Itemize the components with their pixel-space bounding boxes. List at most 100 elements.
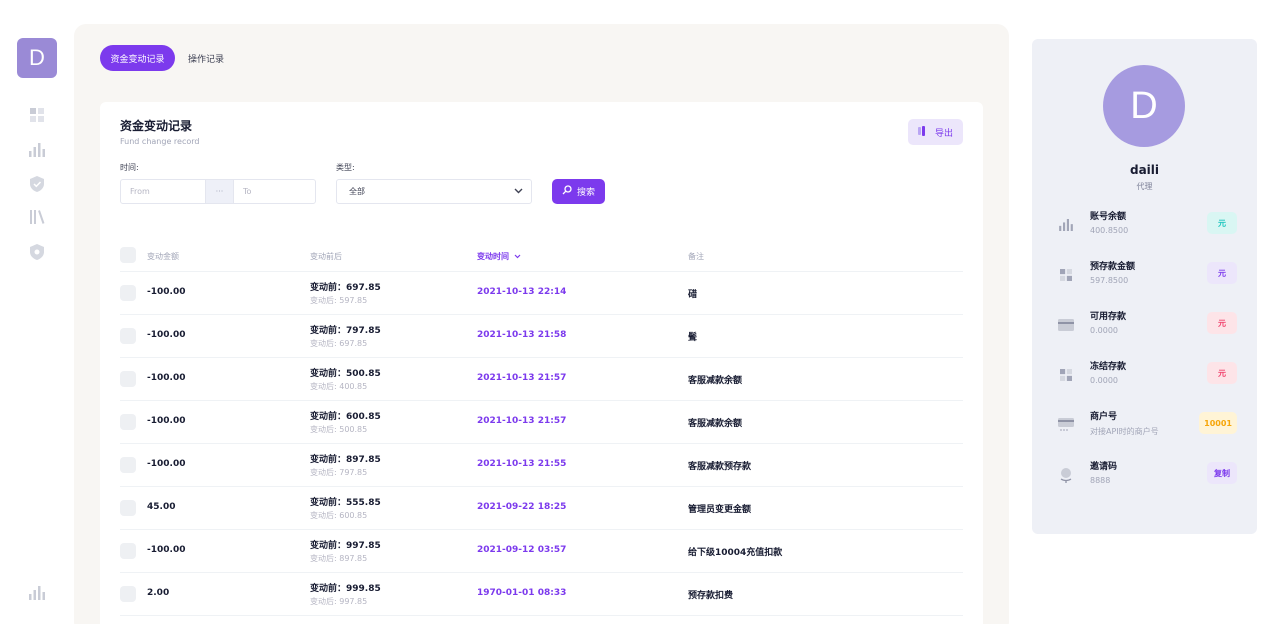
globe-icon xyxy=(1058,467,1074,483)
row-before: 变动前：600.85 xyxy=(310,412,381,422)
row-checkbox[interactable] xyxy=(120,328,136,344)
table-row: -100.00 变动前：797.85 变动后: 697.85 2021-10-1… xyxy=(120,315,963,358)
table-row: 2.00 变动前：999.85 变动后: 997.85 1970-01-01 0… xyxy=(120,573,963,616)
column-note: 备注 xyxy=(688,251,704,261)
date-range-separator: ··· xyxy=(205,180,234,203)
chevron-down-icon xyxy=(514,187,523,196)
row-checkbox[interactable] xyxy=(120,285,136,301)
dashboard-icon xyxy=(1058,367,1074,383)
row-time: 2021-10-13 21:58:56 xyxy=(477,330,567,340)
type-selected-value: 全部 xyxy=(349,187,365,196)
dashboard-icon xyxy=(1058,267,1074,283)
column-time-label: 变动时间 xyxy=(477,251,509,261)
stat-badge: 元 xyxy=(1207,362,1237,384)
table-row: -100.00 变动前：697.85 变动后: 597.85 2021-10-1… xyxy=(120,272,963,315)
rail-avatar[interactable]: D xyxy=(17,38,57,78)
fund-record-card: 资金变动记录 Fund change record 导出 时间: From ··… xyxy=(100,102,983,624)
stat-badge: 元 xyxy=(1207,312,1237,334)
stat-label: 账号余额 xyxy=(1090,212,1127,222)
stat-value: 8888 xyxy=(1090,476,1111,485)
row-note: 管理员变更金额 xyxy=(688,505,752,515)
row-note: 预存款扣费 xyxy=(688,591,734,601)
search-button[interactable]: 搜索 xyxy=(552,179,605,204)
row-checkbox[interactable] xyxy=(120,371,136,387)
row-amount: -100.00 xyxy=(147,330,186,340)
stat-value: 0.0000 xyxy=(1090,326,1118,335)
stat-label: 预存款金额 xyxy=(1090,262,1136,272)
table-row: -100.00 变动前：897.85 变动后: 797.85 2021-10-1… xyxy=(120,444,963,487)
merchant-icon xyxy=(1058,417,1074,433)
row-after: 变动后: 697.85 xyxy=(310,339,368,348)
stat-invite-code: 邀请码 8888 复制 xyxy=(1032,459,1257,499)
row-checkbox[interactable] xyxy=(120,414,136,430)
row-checkbox[interactable] xyxy=(120,543,136,559)
stat-label: 邀请码 xyxy=(1090,462,1118,472)
sort-down-icon xyxy=(514,252,521,261)
type-select[interactable]: 全部 xyxy=(336,179,532,204)
date-from-input[interactable]: From xyxy=(121,180,205,203)
type-label: 类型: xyxy=(336,163,355,172)
stat-value: 0.0000 xyxy=(1090,376,1118,385)
stat-account-balance: 账号余额 400.8500 元 xyxy=(1032,209,1257,249)
row-note: 给下级10004充值扣款 xyxy=(688,548,783,558)
stat-frozen-deposit: 冻结存款 0.0000 元 xyxy=(1032,359,1257,399)
card-icon xyxy=(1058,317,1074,333)
row-amount: -100.00 xyxy=(147,545,186,555)
table-row: -100.00 变动前：997.85 变动后: 897.85 2021-09-1… xyxy=(120,530,963,573)
row-before: 变动前：897.85 xyxy=(310,455,381,465)
row-after: 变动后: 897.85 xyxy=(310,554,368,563)
row-before: 变动前：555.85 xyxy=(310,498,381,508)
badge-icon[interactable] xyxy=(27,242,47,262)
chart-icon[interactable] xyxy=(27,583,47,603)
export-button[interactable]: 导出 xyxy=(908,119,963,145)
main-panel: 资金变动记录 操作记录 资金变动记录 Fund change record 导出… xyxy=(74,24,1009,624)
card-subtitle: Fund change record xyxy=(120,137,200,146)
row-time: 2021-09-22 18:25:21 xyxy=(477,502,567,512)
export-icon xyxy=(917,125,929,139)
table-row: 45.00 变动前：555.85 变动后: 600.85 2021-09-22 … xyxy=(120,487,963,530)
row-after: 变动后: 597.85 xyxy=(310,296,368,305)
row-after: 变动后: 997.85 xyxy=(310,597,368,606)
stat-badge: 元 xyxy=(1207,262,1237,284)
copy-invite-button[interactable]: 复制 xyxy=(1207,462,1237,484)
stat-value: 597.8500 xyxy=(1090,276,1129,285)
row-amount: -100.00 xyxy=(147,287,186,297)
row-checkbox[interactable] xyxy=(120,457,136,473)
row-checkbox[interactable] xyxy=(120,500,136,516)
row-before: 变动前：500.85 xyxy=(310,369,381,379)
row-time: 2021-10-13 21:57:18 xyxy=(477,416,567,426)
row-note: 客服减款余额 xyxy=(688,419,743,429)
dashboard-icon[interactable] xyxy=(27,105,47,125)
search-label: 搜索 xyxy=(576,188,595,198)
date-to-input[interactable]: To xyxy=(234,180,251,203)
stat-available-deposit: 可用存款 0.0000 元 xyxy=(1032,309,1257,349)
profile-role: 代理 xyxy=(1136,182,1153,191)
tab-operation-log[interactable]: 操作记录 xyxy=(180,45,232,71)
row-before: 变动前：999.85 xyxy=(310,584,381,594)
row-before: 变动前：997.85 xyxy=(310,541,381,551)
row-amount: -100.00 xyxy=(147,459,186,469)
left-rail: D xyxy=(0,0,74,624)
stat-value: 400.8500 xyxy=(1090,226,1129,235)
shield-icon[interactable] xyxy=(27,174,47,194)
profile-name: daili xyxy=(1129,163,1160,177)
row-note: 客服减款余额 xyxy=(688,376,743,386)
table-row: -100.00 变动前：600.85 变动后: 500.85 2021-10-1… xyxy=(120,401,963,444)
row-amount: 45.00 xyxy=(147,502,176,512)
chart-icon[interactable] xyxy=(27,140,47,160)
tab-fund-change[interactable]: 资金变动记录 xyxy=(100,45,175,71)
stat-label: 商户号 xyxy=(1090,412,1118,422)
table-row: -100.00 变动前：500.85 变动后: 400.85 2021-10-1… xyxy=(120,358,963,401)
row-after: 变动后: 400.85 xyxy=(310,382,368,391)
select-all-checkbox[interactable] xyxy=(120,247,136,263)
chart-icon xyxy=(1058,217,1074,233)
profile-avatar: D xyxy=(1103,65,1185,147)
stat-badge: 元 xyxy=(1207,212,1237,234)
column-time[interactable]: 变动时间 xyxy=(477,248,521,264)
stat-label: 可用存款 xyxy=(1090,312,1127,322)
table-header: 变动金额 变动前后 变动时间 备注 xyxy=(120,242,963,272)
row-time: 1970-01-01 08:33:41 xyxy=(477,588,567,598)
row-checkbox[interactable] xyxy=(120,586,136,602)
card-title: 资金变动记录 xyxy=(120,119,193,133)
library-icon[interactable] xyxy=(27,207,47,227)
